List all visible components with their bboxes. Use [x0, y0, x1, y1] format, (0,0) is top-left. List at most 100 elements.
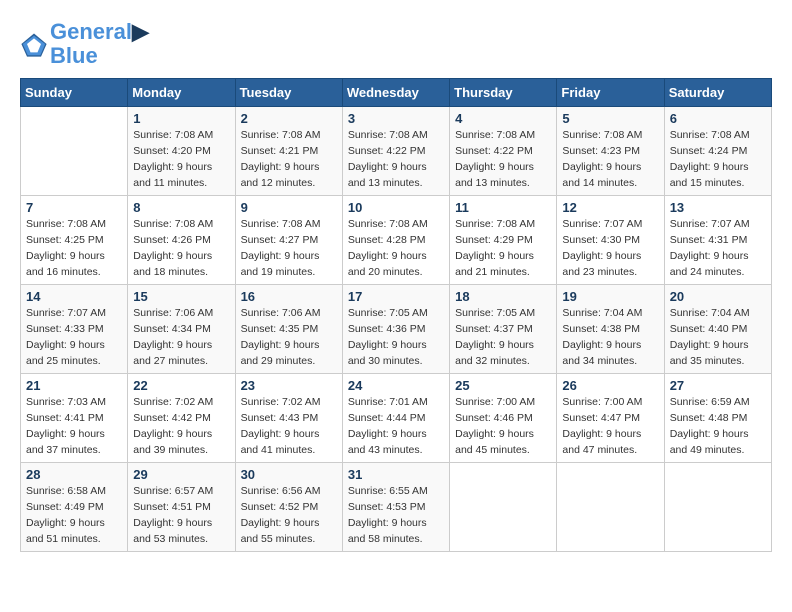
- day-info: Sunrise: 7:07 AMSunset: 4:31 PMDaylight:…: [670, 217, 766, 280]
- day-info: Sunrise: 7:08 AMSunset: 4:27 PMDaylight:…: [241, 217, 337, 280]
- calendar-cell: 13 Sunrise: 7:07 AMSunset: 4:31 PMDayligh…: [664, 196, 771, 285]
- weekday-header: Tuesday: [235, 79, 342, 107]
- day-info: Sunrise: 7:08 AMSunset: 4:24 PMDaylight:…: [670, 128, 766, 191]
- day-info: Sunrise: 7:05 AMSunset: 4:37 PMDaylight:…: [455, 306, 551, 369]
- day-info: Sunrise: 6:56 AMSunset: 4:52 PMDaylight:…: [241, 484, 337, 547]
- weekday-header: Thursday: [450, 79, 557, 107]
- calendar-cell: 20Sunrise: 7:04 AMSunset: 4:40 PMDayligh…: [664, 285, 771, 374]
- calendar-cell: 15 Sunrise: 7:06 AMSunset: 4:34 PMDayligh…: [128, 285, 235, 374]
- day-info: Sunrise: 7:08 AMSunset: 4:22 PMDaylight:…: [348, 128, 444, 191]
- calendar-cell: [664, 463, 771, 552]
- weekday-header: Sunday: [21, 79, 128, 107]
- calendar-cell: 26Sunrise: 7:00 AMSunset: 4:47 PMDayligh…: [557, 374, 664, 463]
- calendar-cell: [21, 107, 128, 196]
- calendar-cell: 31 Sunrise: 6:55 AMSunset: 4:53 PMDayligh…: [342, 463, 449, 552]
- day-info: Sunrise: 7:02 AMSunset: 4:42 PMDaylight:…: [133, 395, 229, 458]
- calendar-week-row: 28Sunrise: 6:58 AMSunset: 4:49 PMDayligh…: [21, 463, 772, 552]
- day-info: Sunrise: 7:00 AMSunset: 4:46 PMDaylight:…: [455, 395, 551, 458]
- calendar-cell: 27 Sunrise: 6:59 AMSunset: 4:48 PMDayligh…: [664, 374, 771, 463]
- day-number: 24: [348, 378, 444, 393]
- calendar-cell: 8 Sunrise: 7:08 AMSunset: 4:26 PMDaylight…: [128, 196, 235, 285]
- day-number: 4: [455, 111, 551, 126]
- day-number: 5: [562, 111, 658, 126]
- day-info: Sunrise: 6:59 AMSunset: 4:48 PMDaylight:…: [670, 395, 766, 458]
- day-number: 21: [26, 378, 122, 393]
- weekday-header-row: SundayMondayTuesdayWednesdayThursdayFrid…: [21, 79, 772, 107]
- calendar-cell: 28Sunrise: 6:58 AMSunset: 4:49 PMDayligh…: [21, 463, 128, 552]
- day-number: 11: [455, 200, 551, 215]
- day-info: Sunrise: 7:08 AMSunset: 4:21 PMDaylight:…: [241, 128, 337, 191]
- day-info: Sunrise: 7:08 AMSunset: 4:22 PMDaylight:…: [455, 128, 551, 191]
- calendar-cell: 30 Sunrise: 6:56 AMSunset: 4:52 PMDayligh…: [235, 463, 342, 552]
- calendar-cell: [450, 463, 557, 552]
- day-number: 15: [133, 289, 229, 304]
- day-info: Sunrise: 7:08 AMSunset: 4:23 PMDaylight:…: [562, 128, 658, 191]
- calendar-cell: 18 Sunrise: 7:05 AMSunset: 4:37 PMDayligh…: [450, 285, 557, 374]
- day-info: Sunrise: 7:06 AMSunset: 4:35 PMDaylight:…: [241, 306, 337, 369]
- calendar-cell: 19 Sunrise: 7:04 AMSunset: 4:38 PMDayligh…: [557, 285, 664, 374]
- day-number: 29: [133, 467, 229, 482]
- day-info: Sunrise: 7:04 AMSunset: 4:38 PMDaylight:…: [562, 306, 658, 369]
- calendar-cell: 21 Sunrise: 7:03 AMSunset: 4:41 PMDayligh…: [21, 374, 128, 463]
- calendar-cell: 5 Sunrise: 7:08 AMSunset: 4:23 PMDaylight…: [557, 107, 664, 196]
- calendar-cell: 12Sunrise: 7:07 AMSunset: 4:30 PMDayligh…: [557, 196, 664, 285]
- weekday-header: Friday: [557, 79, 664, 107]
- calendar-week-row: 7 Sunrise: 7:08 AMSunset: 4:25 PMDaylight…: [21, 196, 772, 285]
- day-info: Sunrise: 7:00 AMSunset: 4:47 PMDaylight:…: [562, 395, 658, 458]
- day-number: 12: [562, 200, 658, 215]
- calendar-cell: 1Sunrise: 7:08 AMSunset: 4:20 PMDaylight…: [128, 107, 235, 196]
- page-header: General▶Blue: [20, 20, 772, 68]
- logo-text: General▶Blue: [50, 20, 149, 68]
- day-info: Sunrise: 7:02 AMSunset: 4:43 PMDaylight:…: [241, 395, 337, 458]
- day-number: 8: [133, 200, 229, 215]
- day-number: 23: [241, 378, 337, 393]
- calendar-table: SundayMondayTuesdayWednesdayThursdayFrid…: [20, 78, 772, 552]
- day-info: Sunrise: 6:55 AMSunset: 4:53 PMDaylight:…: [348, 484, 444, 547]
- day-number: 9: [241, 200, 337, 215]
- calendar-cell: 6Sunrise: 7:08 AMSunset: 4:24 PMDaylight…: [664, 107, 771, 196]
- calendar-cell: 22 Sunrise: 7:02 AMSunset: 4:42 PMDayligh…: [128, 374, 235, 463]
- calendar-cell: 24 Sunrise: 7:01 AMSunset: 4:44 PMDayligh…: [342, 374, 449, 463]
- day-number: 22: [133, 378, 229, 393]
- day-number: 19: [562, 289, 658, 304]
- day-number: 10: [348, 200, 444, 215]
- day-number: 7: [26, 200, 122, 215]
- calendar-cell: 10 Sunrise: 7:08 AMSunset: 4:28 PMDayligh…: [342, 196, 449, 285]
- day-number: 1: [133, 111, 229, 126]
- day-number: 3: [348, 111, 444, 126]
- day-info: Sunrise: 7:05 AMSunset: 4:36 PMDaylight:…: [348, 306, 444, 369]
- calendar-cell: 2Sunrise: 7:08 AMSunset: 4:21 PMDaylight…: [235, 107, 342, 196]
- calendar-cell: 25 Sunrise: 7:00 AMSunset: 4:46 PMDayligh…: [450, 374, 557, 463]
- calendar-week-row: 14 Sunrise: 7:07 AMSunset: 4:33 PMDayligh…: [21, 285, 772, 374]
- day-number: 28: [26, 467, 122, 482]
- weekday-header: Wednesday: [342, 79, 449, 107]
- day-info: Sunrise: 7:07 AMSunset: 4:33 PMDaylight:…: [26, 306, 122, 369]
- day-number: 14: [26, 289, 122, 304]
- calendar-cell: 23 Sunrise: 7:02 AMSunset: 4:43 PMDayligh…: [235, 374, 342, 463]
- day-info: Sunrise: 7:03 AMSunset: 4:41 PMDaylight:…: [26, 395, 122, 458]
- day-number: 13: [670, 200, 766, 215]
- logo-icon: [20, 30, 48, 58]
- calendar-cell: 7 Sunrise: 7:08 AMSunset: 4:25 PMDaylight…: [21, 196, 128, 285]
- weekday-header: Monday: [128, 79, 235, 107]
- calendar-cell: 11 Sunrise: 7:08 AMSunset: 4:29 PMDayligh…: [450, 196, 557, 285]
- day-info: Sunrise: 7:04 AMSunset: 4:40 PMDaylight:…: [670, 306, 766, 369]
- day-info: Sunrise: 7:01 AMSunset: 4:44 PMDaylight:…: [348, 395, 444, 458]
- calendar-cell: 16Sunrise: 7:06 AMSunset: 4:35 PMDayligh…: [235, 285, 342, 374]
- calendar-cell: 29 Sunrise: 6:57 AMSunset: 4:51 PMDayligh…: [128, 463, 235, 552]
- day-info: Sunrise: 7:08 AMSunset: 4:28 PMDaylight:…: [348, 217, 444, 280]
- day-info: Sunrise: 7:08 AMSunset: 4:26 PMDaylight:…: [133, 217, 229, 280]
- day-number: 18: [455, 289, 551, 304]
- day-number: 30: [241, 467, 337, 482]
- day-number: 27: [670, 378, 766, 393]
- day-info: Sunrise: 6:57 AMSunset: 4:51 PMDaylight:…: [133, 484, 229, 547]
- logo: General▶Blue: [20, 20, 149, 68]
- calendar-cell: [557, 463, 664, 552]
- day-number: 31: [348, 467, 444, 482]
- day-info: Sunrise: 7:08 AMSunset: 4:29 PMDaylight:…: [455, 217, 551, 280]
- day-number: 25: [455, 378, 551, 393]
- day-info: Sunrise: 7:06 AMSunset: 4:34 PMDaylight:…: [133, 306, 229, 369]
- calendar-cell: 17Sunrise: 7:05 AMSunset: 4:36 PMDayligh…: [342, 285, 449, 374]
- day-info: Sunrise: 7:08 AMSunset: 4:25 PMDaylight:…: [26, 217, 122, 280]
- calendar-cell: 9 Sunrise: 7:08 AMSunset: 4:27 PMDaylight…: [235, 196, 342, 285]
